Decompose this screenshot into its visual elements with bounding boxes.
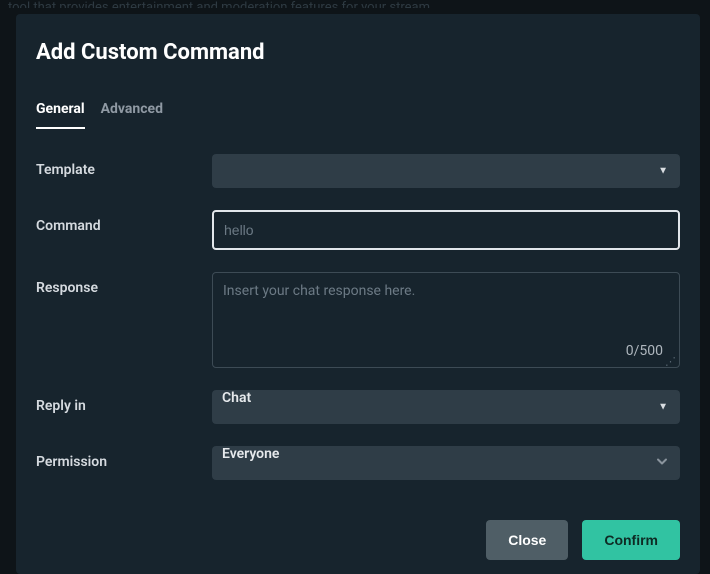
add-custom-command-modal: Add Custom Command General Advanced Temp…	[16, 14, 700, 574]
row-command: Command	[36, 210, 680, 250]
background-text: tool that provides entertainment and mod…	[0, 0, 710, 8]
tabs: General Advanced	[16, 65, 700, 130]
modal-title: Add Custom Command	[16, 14, 700, 65]
response-textarea-wrap: 0/500 ⋰	[212, 272, 680, 368]
form-general: Template ▼ Command Response 0/500 ⋰	[16, 130, 700, 480]
label-command: Command	[36, 210, 212, 234]
permission-select[interactable]: Everyone	[212, 446, 680, 480]
row-response: Response 0/500 ⋰	[36, 272, 680, 368]
row-reply-in: Reply in Chat ▼	[36, 390, 680, 424]
tab-advanced[interactable]: Advanced	[101, 101, 163, 129]
row-template: Template ▼	[36, 154, 680, 188]
row-permission: Permission Everyone	[36, 446, 680, 480]
command-input[interactable]	[212, 210, 680, 250]
modal-footer: Close Confirm	[16, 520, 700, 574]
confirm-button[interactable]: Confirm	[582, 520, 680, 560]
close-button[interactable]: Close	[486, 520, 568, 560]
template-select[interactable]	[212, 154, 680, 188]
response-textarea[interactable]	[223, 283, 669, 343]
label-template: Template	[36, 154, 212, 178]
label-reply-in: Reply in	[36, 390, 212, 414]
label-response: Response	[36, 272, 212, 296]
tab-general[interactable]: General	[36, 101, 85, 129]
label-permission: Permission	[36, 446, 212, 470]
char-counter: 0/500	[626, 343, 663, 359]
resize-handle-icon: ⋰	[665, 358, 676, 366]
reply-in-select[interactable]: Chat	[212, 390, 680, 424]
